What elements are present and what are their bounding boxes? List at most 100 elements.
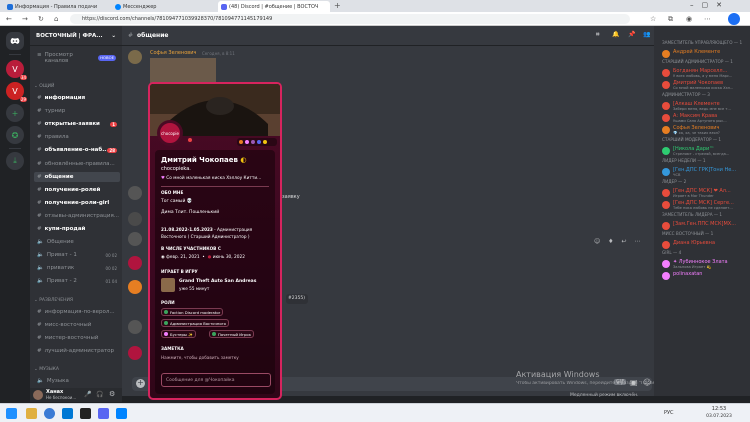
profile-avatar[interactable]: chocopie [157, 120, 183, 146]
member-item[interactable]: [Никола Дари™ Стреляют - стреляй, всегда.… [662, 146, 748, 156]
add-server-icon[interactable]: + [6, 104, 24, 122]
messenger-taskbar-icon[interactable] [116, 408, 127, 419]
channel-item[interactable]: 🔈 приватик 00 02 [34, 263, 120, 273]
message-author[interactable]: Софья Зеленович [150, 50, 196, 56]
home-icon[interactable]: ⌂ [54, 15, 58, 23]
channel-item[interactable]: # отзывы-администрация... [34, 211, 120, 221]
role-chip[interactable]: Faction Discord moderator [161, 308, 224, 316]
server-icon-1[interactable]: V 34 [6, 60, 27, 80]
discord-taskbar-icon[interactable] [98, 408, 109, 419]
profile-icon[interactable]: ◉ [686, 15, 692, 23]
channel-fun-2[interactable]: # мисс-восточный [34, 320, 120, 330]
member-item[interactable]: Богданян Марселл... У всех любовь, а у ме… [662, 68, 748, 78]
member-item[interactable]: [Алкаш Клементе Забери меня, ведь мне все… [662, 101, 748, 111]
browser-tab-3[interactable]: (48) Discord | #общение | ВОСТОЧ [218, 1, 330, 12]
channel-item[interactable]: # получение-ролей [34, 185, 120, 195]
member-since-discord: февр. 21, 2021 [166, 255, 200, 260]
channel-item[interactable]: # открытые-заявки 1 [34, 119, 120, 129]
windows-start-icon[interactable] [6, 408, 17, 419]
member-item[interactable]: Дмитрий Чокопаев Со мной маленькая киска … [662, 80, 748, 90]
server-header[interactable]: ВОСТОЧНЫЙ | ФРА... ⌄ [30, 26, 122, 46]
channel-item[interactable]: # обновлённые-правила... [34, 159, 120, 169]
discord-favicon-icon [221, 3, 227, 10]
member-item[interactable]: [Ген.ДПС МСК] Серге... Тебе пока любовь н… [662, 200, 748, 210]
bell-icon[interactable]: 🔔 [612, 31, 619, 38]
members-icon[interactable]: 👥 [643, 31, 650, 38]
channel-fun-4[interactable]: # лучший-администратор [34, 346, 120, 356]
member-item[interactable]: ✦ Лубиннокое Злата Зальнова Играет 💫 [662, 259, 748, 269]
member-item[interactable]: А: Максим Крава Ушами Саня Артунята рыс..… [662, 113, 748, 123]
file-explorer-icon[interactable] [26, 408, 37, 419]
role-chip[interactable]: Бустеры ✨ [161, 330, 196, 338]
channel-fun-3[interactable]: # мистер-восточный [34, 333, 120, 343]
channel-item[interactable]: 🔈 Приват - 1 00 02 [34, 250, 120, 260]
channel-item[interactable]: # общение [34, 171, 120, 182]
message-actions-icon[interactable]: ☺ ♦ ↩ ⋯ [594, 238, 643, 245]
avatar[interactable] [128, 346, 142, 360]
profile-message-input[interactable]: Сообщение для @Чокопайка [161, 373, 271, 387]
gear-icon[interactable]: ⚙ [109, 390, 115, 398]
refresh-icon[interactable]: ↻ [38, 15, 44, 23]
channel-item[interactable]: # правила [34, 132, 120, 142]
channel-item[interactable]: 🔈 Общение [34, 237, 120, 247]
channel-item[interactable]: # получение-роли-girl [34, 198, 120, 208]
channel-item[interactable]: 🔈 Приват - 2 01 04 [34, 276, 120, 286]
discord-home-icon[interactable] [6, 32, 24, 50]
channel-fun-1[interactable]: # информация-по-верол... [34, 307, 120, 317]
member-item[interactable]: [Ген.ДПС ГРК]Тони Не... ЧСВ [662, 167, 748, 177]
plus-icon[interactable]: + [136, 379, 145, 388]
member-item[interactable]: polinaxatan [662, 271, 748, 281]
channel-item[interactable]: # информация [34, 93, 120, 103]
member-item[interactable]: [Зам.Ген.ППС МСК]МХ... [662, 221, 748, 231]
channel-label: объявление-о-наб... [44, 147, 109, 154]
avatar[interactable] [128, 50, 142, 64]
menu-icon[interactable]: ⋯ [704, 15, 711, 23]
browser-tab-2[interactable]: Мессенджер [112, 1, 212, 12]
channel-music[interactable]: 🔈 Музыка [34, 376, 120, 386]
server-icon-2[interactable]: V 29 [6, 82, 27, 102]
url-field[interactable]: https://discord.com/channels/78109477103… [70, 14, 630, 24]
forward-icon[interactable]: → [22, 15, 28, 23]
category-info[interactable]: ⌄ ОЩИЙ [34, 84, 54, 89]
member-item[interactable]: Диана Юрьевна [662, 240, 748, 250]
clock-time[interactable]: 12:53 [708, 406, 730, 412]
headphones-icon[interactable]: 🎧 [96, 391, 103, 398]
avatar[interactable] [33, 390, 43, 400]
hash-icon: # [37, 95, 42, 101]
compass-icon[interactable]: ✪ [6, 126, 24, 144]
avatar[interactable] [128, 280, 142, 294]
member-item[interactable]: Софья Зеленович 💎 ха, ха, че таких взял? [662, 125, 748, 135]
favorites-icon[interactable]: ☆ [650, 15, 656, 23]
avatar[interactable] [128, 212, 142, 226]
role-chip[interactable]: Администрация Восточного [161, 319, 230, 327]
category-music[interactable]: ⌄ МУЗЫКА [34, 367, 59, 372]
member-item[interactable]: [Ген.ДПС МСК] ❤ Ал... Играет в Mar Thunde… [662, 188, 748, 198]
new-tab-icon[interactable]: + [334, 1, 341, 10]
collections-icon[interactable]: ⧉ [668, 15, 673, 24]
download-icon[interactable]: ⤓ [6, 152, 24, 170]
avatar[interactable] [128, 320, 142, 334]
member-item[interactable]: Андрей Клементе [662, 49, 748, 59]
browser-tab-1[interactable]: Информация - Правила подачи [4, 1, 106, 12]
channel-item[interactable]: # объявление-о-наб... 28 [34, 145, 120, 155]
bing-icon[interactable] [728, 13, 740, 25]
app-icon[interactable] [80, 408, 91, 419]
window-controls-icon[interactable]: –▢✕ [690, 1, 730, 9]
edge-icon[interactable] [44, 408, 55, 419]
channel-item[interactable]: # купи-продай [34, 224, 120, 234]
role-chip[interactable]: Почетный Игрок [209, 330, 254, 338]
browse-channels[interactable]: ≡ Просмотр каналов НОВОЕ [34, 52, 120, 66]
back-icon[interactable]: ← [6, 15, 12, 23]
store-icon[interactable] [62, 408, 73, 419]
avatar[interactable] [128, 186, 142, 200]
hash-icon: # [37, 108, 42, 115]
pin-icon[interactable]: 📌 [628, 31, 635, 38]
note-input[interactable]: Нажмите, чтобы добавить заметку [161, 355, 239, 360]
category-fun[interactable]: ⌄ РАЗВЛЕЧЕНИЯ [34, 298, 73, 303]
threads-icon[interactable]: ⌗ [596, 31, 599, 39]
channel-item[interactable]: # турнир [34, 106, 120, 116]
mic-icon[interactable]: 🎤 [84, 391, 91, 398]
avatar[interactable] [128, 232, 142, 246]
keyboard-language[interactable]: РУС [664, 410, 674, 416]
avatar[interactable] [128, 256, 142, 270]
